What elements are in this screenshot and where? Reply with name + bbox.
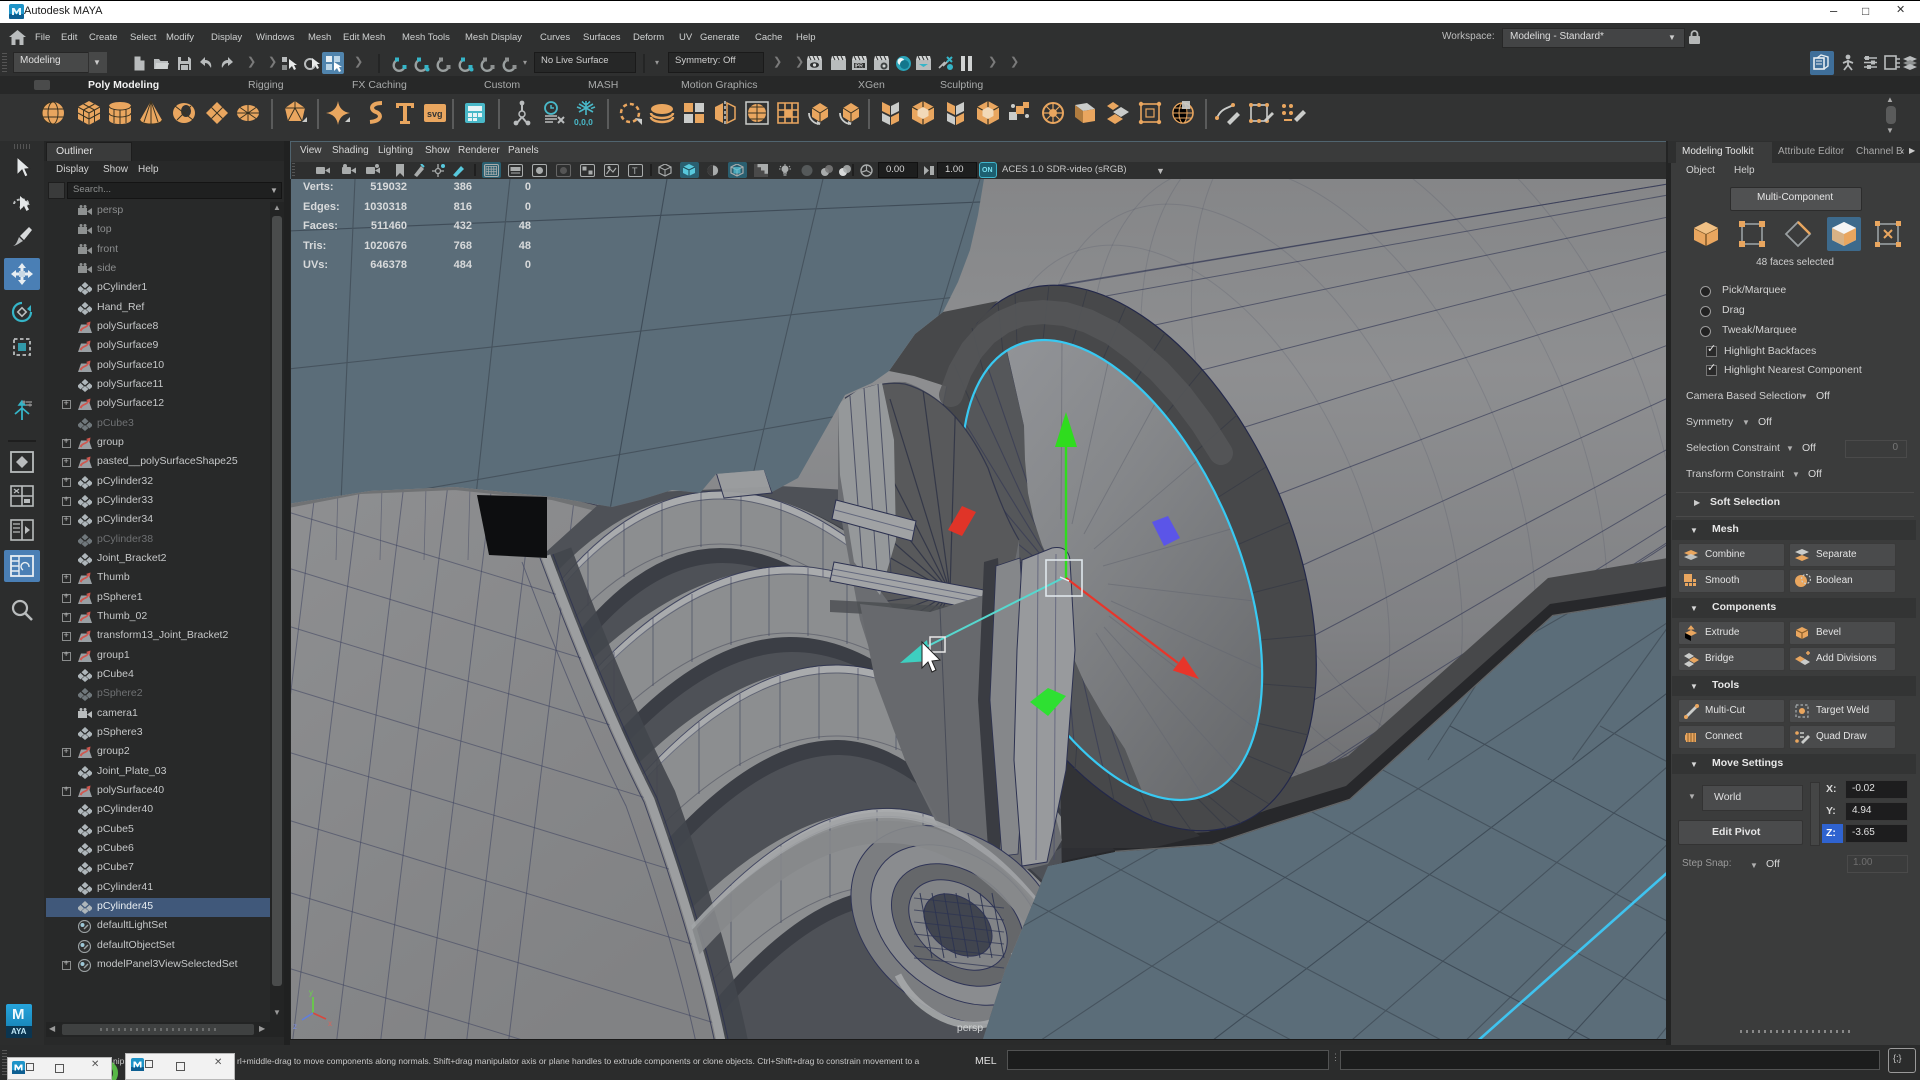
svg-text:Edges:: Edges: <box>303 201 340 213</box>
svg-text:x: x <box>328 1019 332 1028</box>
svg-text:UVs:: UVs: <box>303 259 328 271</box>
svg-text:0: 0 <box>525 201 531 213</box>
svg-text:511460: 511460 <box>371 220 407 232</box>
svg-text:816: 816 <box>454 201 472 213</box>
svg-text:1020676: 1020676 <box>364 240 407 252</box>
svg-text:0: 0 <box>525 259 531 271</box>
svg-text:519032: 519032 <box>370 181 407 193</box>
svg-text:646378: 646378 <box>370 259 407 271</box>
svg-text:768: 768 <box>454 240 472 252</box>
svg-text:Verts:: Verts: <box>303 181 334 193</box>
svg-text:z: z <box>293 1022 297 1031</box>
svg-text:386: 386 <box>454 181 472 193</box>
svg-text:48: 48 <box>519 220 531 232</box>
svg-text:persp: persp <box>957 1022 983 1034</box>
svg-text:IPR: IPR <box>855 64 864 70</box>
svg-text:1030318: 1030318 <box>364 201 407 213</box>
svg-text:y: y <box>309 988 313 997</box>
svg-text:432: 432 <box>454 220 472 232</box>
svg-text:T: T <box>632 166 638 176</box>
svg-text:484: 484 <box>454 259 473 271</box>
svg-text:Faces:: Faces: <box>303 220 338 232</box>
svg-text:48: 48 <box>519 240 531 252</box>
svg-text:0,0,0: 0,0,0 <box>574 117 593 126</box>
svg-text:svg: svg <box>427 109 443 119</box>
svg-text:Tris:: Tris: <box>303 240 326 252</box>
svg-text:0: 0 <box>525 181 531 193</box>
